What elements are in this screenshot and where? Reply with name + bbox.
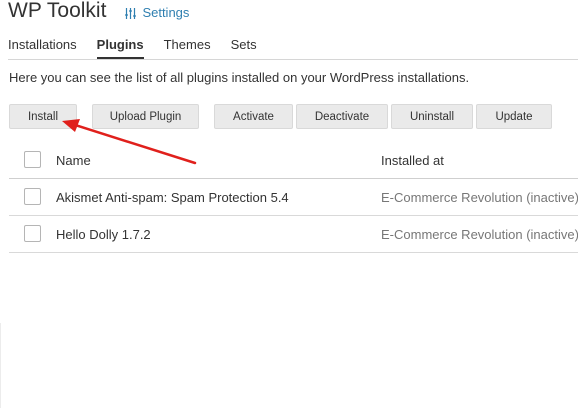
activate-button[interactable]: Activate: [214, 104, 293, 129]
upload-plugin-button[interactable]: Upload Plugin: [92, 104, 199, 129]
column-header-name[interactable]: Name: [56, 153, 91, 168]
tab-sets[interactable]: Sets: [231, 36, 257, 59]
tab-bar: Installations Plugins Themes Sets: [8, 36, 578, 60]
page-header: WP Toolkit Settings: [8, 0, 189, 24]
install-button[interactable]: Install: [9, 104, 77, 129]
plugins-table: Name Installed at Akismet Anti-spam: Spa…: [9, 142, 578, 253]
plugin-installed-at[interactable]: E-Commerce Revolution (inactive): [381, 190, 578, 205]
deactivate-button[interactable]: Deactivate: [296, 104, 388, 129]
settings-link[interactable]: Settings: [124, 2, 189, 24]
table-row: Hello Dolly 1.7.2 E-Commerce Revolution …: [9, 216, 578, 253]
settings-label: Settings: [142, 5, 190, 20]
uninstall-button[interactable]: Uninstall: [391, 104, 473, 129]
update-button[interactable]: Update: [476, 104, 552, 129]
plugin-name[interactable]: Hello Dolly 1.7.2: [56, 227, 151, 242]
tab-plugins[interactable]: Plugins: [96, 36, 144, 59]
table-row: Akismet Anti-spam: Spam Protection 5.4 E…: [9, 179, 578, 216]
tab-installations[interactable]: Installations: [8, 36, 77, 59]
sliders-icon: [125, 7, 137, 19]
divider: [0, 323, 1, 408]
row-checkbox[interactable]: [24, 225, 41, 242]
select-all-checkbox[interactable]: [24, 151, 41, 168]
plugin-name[interactable]: Akismet Anti-spam: Spam Protection 5.4: [56, 190, 289, 205]
plugin-installed-at[interactable]: E-Commerce Revolution (inactive): [381, 227, 578, 242]
app-title: WP Toolkit: [8, 0, 107, 22]
page-description: Here you can see the list of all plugins…: [9, 70, 470, 85]
tab-themes[interactable]: Themes: [164, 36, 211, 59]
table-header: Name Installed at: [9, 142, 578, 179]
row-checkbox[interactable]: [24, 188, 41, 205]
column-header-installed-at[interactable]: Installed at: [381, 153, 444, 168]
